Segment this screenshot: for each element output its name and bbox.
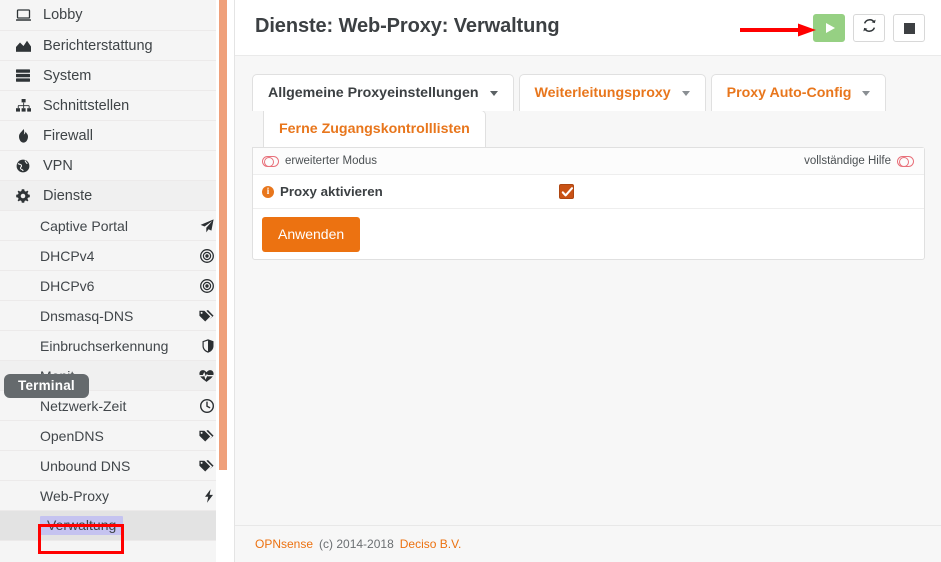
sidebar-item-einbruchserkennung[interactable]: Einbruchserkennung bbox=[0, 331, 228, 361]
sidebar-item-label: Dienste bbox=[43, 187, 93, 204]
tab-ferne-zugangskontrolllisten[interactable]: Ferne Zugangskontrolllisten bbox=[263, 110, 486, 147]
sidebar-item-label: DHCPv4 bbox=[40, 247, 95, 264]
advanced-mode-toggle[interactable]: erweiterter Modus bbox=[262, 155, 377, 167]
tags-icon bbox=[199, 459, 214, 472]
dot-circle-icon bbox=[200, 278, 214, 293]
info-icon[interactable]: i bbox=[262, 185, 274, 198]
restart-service-button[interactable] bbox=[853, 14, 885, 42]
check-icon bbox=[561, 187, 574, 197]
sidebar-item-label: Dnsmasq-DNS bbox=[40, 307, 134, 324]
dot-circle-icon bbox=[200, 248, 214, 263]
sidebar-item-placeholder[interactable] bbox=[0, 541, 228, 562]
tab-row-primary: Allgemeine Proxyeinstellungen Weiterleit… bbox=[252, 74, 925, 111]
sidebar-item-label: Berichterstattung bbox=[43, 37, 153, 54]
field-label-text: Proxy aktivieren bbox=[280, 184, 383, 199]
tab-label: Allgemeine Proxyeinstellungen bbox=[268, 85, 479, 101]
shield-icon bbox=[202, 338, 214, 353]
field-row-proxy-aktivieren: i Proxy aktivieren bbox=[253, 175, 924, 209]
footer-copyright: (c) 2014-2018 bbox=[319, 537, 394, 551]
sidebar-item-captive-portal[interactable]: Captive Portal bbox=[0, 211, 228, 241]
play-icon bbox=[825, 23, 835, 33]
sidebar-item-unbound-dns[interactable]: Unbound DNS bbox=[0, 451, 228, 481]
tabs-container: Allgemeine Proxyeinstellungen Weiterleit… bbox=[235, 56, 941, 147]
stop-service-button[interactable] bbox=[893, 14, 925, 42]
panel-toolbar: erweiterter Modus vollständige Hilfe bbox=[253, 148, 924, 175]
sidebar-item-lobby[interactable]: Lobby bbox=[0, 0, 228, 31]
bolt-icon bbox=[204, 488, 214, 503]
tab-weiterleitungsproxy[interactable]: Weiterleitungsproxy bbox=[518, 74, 706, 111]
tab-proxy-auto-config[interactable]: Proxy Auto-Config bbox=[710, 74, 887, 111]
sidebar-item-firewall[interactable]: Firewall bbox=[0, 121, 228, 151]
paper-plane-icon bbox=[200, 218, 214, 233]
fire-icon bbox=[12, 128, 34, 143]
sidebar-item-web-proxy[interactable]: Web-Proxy bbox=[0, 481, 228, 511]
gear-icon bbox=[12, 188, 34, 203]
toggle-switch-icon bbox=[262, 155, 279, 167]
full-help-toggle[interactable]: vollständige Hilfe bbox=[804, 155, 914, 167]
field-label: i Proxy aktivieren bbox=[262, 184, 559, 199]
tab-label: Proxy Auto-Config bbox=[726, 85, 852, 101]
annotation-arrow bbox=[740, 23, 816, 37]
sidebar-item-dnsmasq-dns[interactable]: Dnsmasq-DNS bbox=[0, 301, 228, 331]
sidebar-item-berichterstattung[interactable]: Berichterstattung bbox=[0, 31, 228, 61]
chevron-down-icon bbox=[862, 90, 871, 96]
advanced-mode-label: erweiterter Modus bbox=[285, 155, 378, 167]
sidebar-item-opendns[interactable]: OpenDNS bbox=[0, 421, 228, 451]
sidebar-item-label: DHCPv6 bbox=[40, 277, 95, 294]
sidebar-item-dhcpv4[interactable]: DHCPv4 bbox=[0, 241, 228, 271]
sidebar-item-label: Netzwerk-Zeit bbox=[40, 397, 127, 414]
footer-vendor-link[interactable]: Deciso B.V. bbox=[400, 537, 462, 551]
sidebar-item-label: Verwaltung bbox=[40, 516, 124, 535]
sidebar: Lobby Berichterstattung System Schnittst… bbox=[0, 0, 228, 562]
sidebar-item-verwaltung[interactable]: Verwaltung bbox=[0, 511, 228, 541]
sidebar-item-label: Captive Portal bbox=[40, 217, 128, 234]
sidebar-item-dhcpv6[interactable]: DHCPv6 bbox=[0, 271, 228, 301]
chart-area-icon bbox=[12, 40, 34, 52]
tab-label: Ferne Zugangskontrolllisten bbox=[279, 121, 470, 137]
settings-panel: erweiterter Modus vollständige Hilfe i P… bbox=[252, 147, 925, 260]
panel-actions: Anwenden bbox=[253, 209, 924, 259]
sidebar-scrollbar-thumb[interactable] bbox=[219, 0, 227, 470]
stop-icon bbox=[903, 22, 915, 34]
laptop-icon bbox=[12, 8, 34, 22]
toggle-switch-icon bbox=[897, 155, 914, 167]
sidebar-item-label: Schnittstellen bbox=[43, 97, 130, 114]
apply-button[interactable]: Anwenden bbox=[262, 216, 361, 252]
proxy-enable-checkbox[interactable] bbox=[559, 184, 574, 199]
clock-icon bbox=[200, 398, 214, 413]
sidebar-item-label: Unbound DNS bbox=[40, 457, 131, 474]
sidebar-item-label: Firewall bbox=[43, 127, 93, 144]
footer: OPNsense (c) 2014-2018 Deciso B.V. bbox=[235, 525, 941, 562]
chevron-down-icon bbox=[681, 90, 690, 96]
tab-allgemeine-proxyeinstellungen[interactable]: Allgemeine Proxyeinstellungen bbox=[252, 74, 514, 111]
sidebar-item-label: Lobby bbox=[43, 7, 83, 23]
sitemap-icon bbox=[12, 99, 34, 112]
chevron-down-icon bbox=[489, 90, 498, 96]
main-content: Dienste: Web-Proxy: Verwaltung Allgemein… bbox=[235, 0, 941, 562]
page-title: Dienste: Web-Proxy: Verwaltung bbox=[255, 15, 560, 37]
sidebar-scrollbar-track[interactable] bbox=[216, 0, 228, 562]
sidebar-item-label: VPN bbox=[43, 157, 73, 174]
sidebar-item-label: Einbruchserkennung bbox=[40, 337, 169, 354]
tab-row-secondary: Ferne Zugangskontrolllisten bbox=[252, 110, 925, 147]
tags-icon bbox=[199, 309, 214, 322]
tab-label: Weiterleitungsproxy bbox=[534, 85, 671, 101]
tags-icon bbox=[199, 429, 214, 442]
full-help-label: vollständige Hilfe bbox=[804, 155, 891, 167]
refresh-icon bbox=[862, 18, 877, 38]
sidebar-item-dienste[interactable]: Dienste bbox=[0, 181, 228, 211]
globe-icon bbox=[12, 159, 34, 173]
service-control-buttons bbox=[813, 14, 925, 42]
sidebar-item-system[interactable]: System bbox=[0, 61, 228, 91]
sidebar-item-vpn[interactable]: VPN bbox=[0, 151, 228, 181]
tooltip-terminal: Terminal bbox=[4, 374, 89, 398]
sidebar-item-label: OpenDNS bbox=[40, 427, 104, 444]
footer-product-link[interactable]: OPNsense bbox=[255, 537, 313, 551]
sidebar-item-schnittstellen[interactable]: Schnittstellen bbox=[0, 91, 228, 121]
sidebar-item-label: Web-Proxy bbox=[40, 487, 109, 504]
sidebar-item-label: System bbox=[43, 67, 92, 84]
page-header: Dienste: Web-Proxy: Verwaltung bbox=[235, 0, 941, 56]
heartbeat-icon bbox=[199, 369, 214, 382]
server-icon bbox=[12, 69, 34, 82]
